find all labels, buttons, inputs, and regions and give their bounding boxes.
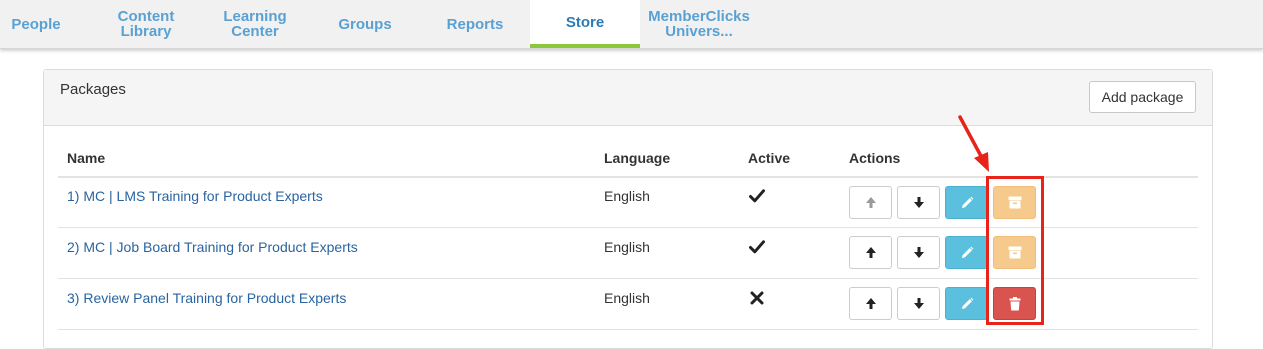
trash-icon [1009, 296, 1020, 310]
arrow-up-icon [865, 247, 876, 258]
pencil-icon [961, 196, 973, 208]
arrow-up-icon [865, 197, 876, 208]
row-divider [58, 227, 1198, 228]
tab-memberclicks-university[interactable]: MemberClicks Univers... [644, 0, 754, 48]
archive-button[interactable] [993, 186, 1036, 219]
edit-button[interactable] [945, 236, 988, 269]
package-name-link[interactable]: 3) Review Panel Training for Product Exp… [67, 290, 346, 306]
row-divider [58, 329, 1198, 330]
column-header-actions: Actions [849, 150, 901, 166]
tab-people[interactable]: People [0, 0, 72, 48]
pencil-icon [961, 297, 973, 309]
archive-button[interactable] [993, 236, 1036, 269]
tab-groups[interactable]: Groups [320, 0, 410, 48]
column-header-name: Name [67, 150, 106, 166]
archive-box-icon [1008, 196, 1021, 209]
arrow-down-icon [913, 197, 924, 208]
arrow-up-icon [865, 298, 876, 309]
tab-people-label: People [11, 15, 61, 33]
archive-box-icon [1008, 246, 1021, 259]
package-language: English [604, 290, 650, 306]
arrow-down-icon [913, 298, 924, 309]
tab-reports-label: Reports [446, 15, 504, 33]
row-divider [58, 278, 1198, 279]
tab-learning-center[interactable]: Learning Center [205, 0, 305, 48]
checkmark-icon [749, 189, 765, 203]
top-navigation: People Content Library Learning Center G… [0, 0, 1263, 49]
package-language: English [604, 239, 650, 255]
panel-header: Packages Add package [44, 70, 1212, 126]
add-package-button[interactable]: Add package [1089, 81, 1196, 113]
package-name-link[interactable]: 1) MC | LMS Training for Product Experts [67, 188, 323, 204]
tab-memberclicks-university-label: MemberClicks Univers... [648, 8, 750, 40]
header-divider [58, 176, 1198, 178]
package-language: English [604, 188, 650, 204]
tab-reports[interactable]: Reports [430, 0, 520, 48]
panel-title: Packages [60, 81, 126, 98]
move-up-button[interactable] [849, 287, 892, 320]
package-name-link[interactable]: 2) MC | Job Board Training for Product E… [67, 239, 358, 255]
move-down-button[interactable] [897, 186, 940, 219]
cross-icon [750, 291, 764, 305]
tab-content-library[interactable]: Content Library [96, 0, 196, 48]
packages-panel: Packages Add package [43, 69, 1213, 349]
move-down-button[interactable] [897, 236, 940, 269]
tab-content-library-label: Content Library [117, 8, 175, 40]
move-down-button[interactable] [897, 287, 940, 320]
tab-groups-label: Groups [338, 15, 392, 33]
move-up-button[interactable] [849, 236, 892, 269]
edit-button[interactable] [945, 186, 988, 219]
edit-button[interactable] [945, 287, 988, 320]
tab-learning-center-label: Learning Center [223, 8, 287, 40]
tab-store-label: Store [565, 13, 605, 31]
annotation-arrow-icon [958, 115, 989, 172]
column-header-active: Active [748, 150, 791, 166]
tab-store[interactable]: Store [530, 0, 640, 48]
checkmark-icon [749, 240, 765, 254]
delete-button[interactable] [993, 287, 1036, 320]
column-header-language: Language [604, 150, 671, 166]
move-up-button[interactable] [849, 186, 892, 219]
arrow-down-icon [913, 247, 924, 258]
pencil-icon [961, 246, 973, 258]
